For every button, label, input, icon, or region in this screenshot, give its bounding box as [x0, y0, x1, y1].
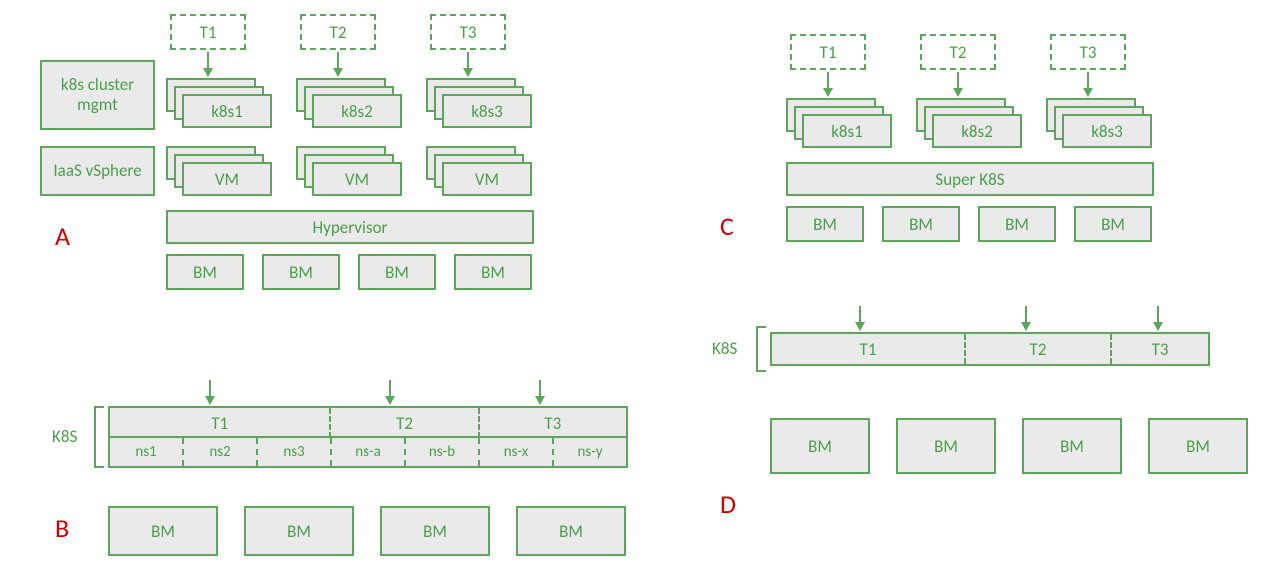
box-tenant-c-2: T2 — [920, 34, 996, 70]
box-k8s-a-1: k8s1 — [182, 94, 272, 128]
box-k8s-c-3: k8s3 — [1062, 114, 1152, 148]
box-bm-c-4: BM — [1074, 206, 1152, 242]
box-bm-a-1: BM — [166, 254, 244, 290]
label-b: B — [55, 512, 69, 544]
box-hypervisor: Hypervisor — [166, 210, 534, 244]
box-bm-b-2: BM — [244, 506, 354, 556]
label-k8s-b: K8S — [52, 426, 77, 447]
box-vm-a-1: VM — [182, 162, 272, 196]
ns-cell: ns3 — [258, 438, 332, 466]
box-bm-d-4: BM — [1148, 418, 1248, 474]
t-cell-b-3: T3 — [480, 408, 626, 438]
t-cell-d-2: T2 — [966, 334, 1112, 364]
box-bm-a-4: BM — [454, 254, 532, 290]
label-a: A — [55, 220, 70, 252]
tenant-row-d: T1 T2 T3 — [770, 332, 1210, 366]
box-bm-b-3: BM — [380, 506, 490, 556]
label-k8s-d: K8S — [712, 338, 737, 359]
box-k8s-c-1: k8s1 — [802, 114, 892, 148]
label-d: D — [720, 488, 736, 520]
box-k8s-cluster-mgmt: k8s cluster mgmt — [40, 60, 155, 130]
brace-d — [756, 326, 758, 372]
box-bm-a-3: BM — [358, 254, 436, 290]
box-bm-b-1: BM — [108, 506, 218, 556]
box-vm-a-3: VM — [442, 162, 532, 196]
box-bm-c-2: BM — [882, 206, 960, 242]
box-bm-d-2: BM — [896, 418, 996, 474]
box-bm-d-3: BM — [1022, 418, 1122, 474]
t-cell-b-1: T1 — [110, 408, 331, 438]
box-tenant-a-3: T3 — [430, 14, 506, 50]
box-bm-c-1: BM — [786, 206, 864, 242]
box-super-k8s: Super K8S — [786, 162, 1154, 196]
ns-cell: ns-y — [554, 438, 626, 466]
box-bm-b-4: BM — [516, 506, 626, 556]
box-tenant-c-3: T3 — [1050, 34, 1126, 70]
t-cell-d-1: T1 — [772, 334, 966, 364]
ns-cell: ns2 — [184, 438, 258, 466]
namespace-row-b: ns1 ns2 ns3 ns-a ns-b ns-x ns-y — [108, 436, 628, 468]
label-c: C — [720, 210, 734, 242]
box-tenant-a-2: T2 — [300, 14, 376, 50]
brace-b — [94, 406, 96, 468]
box-tenant-a-1: T1 — [170, 14, 246, 50]
box-bm-c-3: BM — [978, 206, 1056, 242]
ns-cell: ns-b — [406, 438, 480, 466]
box-vm-a-2: VM — [312, 162, 402, 196]
box-k8s-a-3: k8s3 — [442, 94, 532, 128]
box-k8s-c-2: k8s2 — [932, 114, 1022, 148]
tenant-row-b: T1 T2 T3 — [108, 406, 628, 438]
t-cell-d-3: T3 — [1112, 334, 1208, 364]
box-tenant-c-1: T1 — [790, 34, 866, 70]
t-cell-b-2: T2 — [331, 408, 479, 438]
box-bm-d-1: BM — [770, 418, 870, 474]
ns-cell: ns1 — [110, 438, 184, 466]
ns-cell: ns-a — [332, 438, 406, 466]
box-iaas-vsphere: IaaS vSphere — [40, 146, 155, 196]
ns-cell: ns-x — [480, 438, 554, 466]
box-k8s-a-2: k8s2 — [312, 94, 402, 128]
box-bm-a-2: BM — [262, 254, 340, 290]
